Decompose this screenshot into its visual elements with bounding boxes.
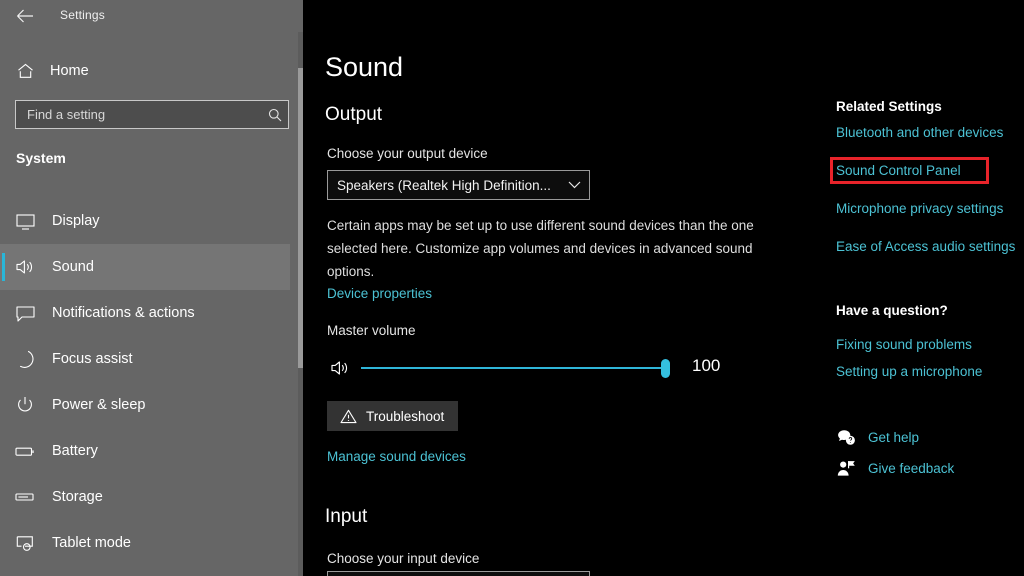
- moon-icon: [14, 348, 36, 370]
- highlight-annotation-box: [830, 157, 989, 184]
- output-description: Certain apps may be set up to use differ…: [327, 218, 754, 279]
- master-volume-slider-row: [327, 354, 747, 382]
- give-feedback-row[interactable]: Give feedback: [836, 458, 954, 478]
- sidebar-item-storage[interactable]: Storage: [0, 474, 290, 520]
- sidebar-item-power-sleep[interactable]: Power & sleep: [0, 382, 290, 428]
- sidebar-item-label-sound: Sound: [52, 259, 94, 275]
- manage-sound-devices-link[interactable]: Manage sound devices: [327, 449, 466, 464]
- sidebar-item-label-power-sleep: Power & sleep: [52, 397, 146, 413]
- master-volume-value: 100: [692, 356, 721, 375]
- have-a-question-header: Have a question?: [836, 303, 948, 318]
- battery-icon: [14, 440, 36, 462]
- related-settings-header: Related Settings: [836, 99, 942, 114]
- sidebar: Settings Home Find a setting System Disp…: [0, 0, 303, 576]
- sidebar-item-label-battery: Battery: [52, 443, 98, 459]
- warning-triangle-icon: [339, 407, 357, 425]
- sidebar-item-sound[interactable]: Sound: [0, 244, 290, 290]
- related-link-bluetooth[interactable]: Bluetooth and other devices: [836, 125, 1003, 140]
- help-bubble-icon: [836, 427, 856, 447]
- device-properties-link[interactable]: Device properties: [327, 286, 432, 301]
- feedback-person-icon: [836, 458, 856, 478]
- sidebar-item-label-tablet-mode: Tablet mode: [52, 535, 131, 551]
- get-help-label: Get help: [868, 429, 920, 445]
- slider-fill: [361, 367, 669, 369]
- sidebar-item-focus-assist[interactable]: Focus assist: [0, 336, 290, 382]
- sidebar-item-multitasking[interactable]: Multitasking: [0, 566, 290, 576]
- sidebar-item-label-home: Home: [50, 63, 89, 79]
- main-content: Sound Output Choose your output device S…: [303, 0, 1024, 576]
- sidebar-nav: Display Sound Notifications & actions Fo…: [0, 198, 303, 576]
- monitor-icon: [14, 210, 36, 232]
- window-title: Settings: [60, 8, 105, 22]
- master-volume-slider[interactable]: [361, 357, 670, 379]
- sidebar-item-label-storage: Storage: [52, 489, 103, 505]
- slider-thumb[interactable]: [661, 359, 670, 378]
- sidebar-item-display[interactable]: Display: [0, 198, 290, 244]
- search-input-value: Find a setting: [27, 107, 106, 122]
- search-icon[interactable]: [262, 101, 288, 128]
- question-link-setting-up-microphone[interactable]: Setting up a microphone: [836, 364, 982, 379]
- input-device-label: Choose your input device: [327, 551, 480, 566]
- storage-icon: [14, 486, 36, 508]
- sidebar-item-label-display: Display: [52, 213, 100, 229]
- sidebar-item-label-focus-assist: Focus assist: [52, 351, 133, 367]
- sidebar-item-battery[interactable]: Battery: [0, 428, 290, 474]
- page-title: Sound: [325, 52, 404, 82]
- sidebar-item-notifications[interactable]: Notifications & actions: [0, 290, 290, 336]
- back-arrow-icon[interactable]: [8, 3, 42, 29]
- get-help-row[interactable]: Get help: [836, 427, 919, 447]
- related-link-ease-of-access-audio[interactable]: Ease of Access audio settings: [836, 239, 1015, 254]
- sidebar-item-label-notifications: Notifications & actions: [52, 305, 195, 321]
- output-device-value: Speakers (Realtek High Definition...: [337, 177, 551, 193]
- output-device-label: Choose your output device: [327, 146, 488, 161]
- notification-icon: [14, 302, 36, 324]
- input-device-dropdown[interactable]: [327, 571, 590, 576]
- power-icon: [14, 394, 36, 416]
- chevron-down-icon: [559, 171, 589, 199]
- give-feedback-label: Give feedback: [868, 460, 955, 476]
- troubleshoot-button-label: Troubleshoot: [366, 408, 445, 424]
- selection-indicator: [2, 253, 5, 281]
- related-link-microphone-privacy[interactable]: Microphone privacy settings: [836, 201, 1003, 216]
- related-settings-rail: Related Settings Bluetooth and other dev…: [830, 0, 1024, 576]
- titlebar: Settings: [0, 0, 303, 32]
- output-device-dropdown[interactable]: Speakers (Realtek High Definition...: [327, 170, 590, 200]
- question-link-fixing-sound-problems[interactable]: Fixing sound problems: [836, 337, 972, 352]
- troubleshoot-button[interactable]: Troubleshoot: [327, 401, 459, 431]
- input-section-heading: Input: [325, 506, 368, 527]
- home-icon: [14, 60, 36, 82]
- output-section-heading: Output: [325, 104, 383, 125]
- sidebar-section-header: System: [16, 150, 66, 166]
- speaker-icon: [14, 256, 36, 278]
- master-volume-label: Master volume: [327, 323, 416, 338]
- settings-window: Settings Home Find a setting System Disp…: [0, 0, 1024, 576]
- search-input[interactable]: Find a setting: [15, 100, 289, 129]
- sidebar-item-tablet-mode[interactable]: Tablet mode: [0, 520, 290, 566]
- tablet-icon: [14, 532, 36, 554]
- sidebar-item-home[interactable]: Home: [0, 56, 290, 86]
- speaker-icon[interactable]: [327, 356, 353, 380]
